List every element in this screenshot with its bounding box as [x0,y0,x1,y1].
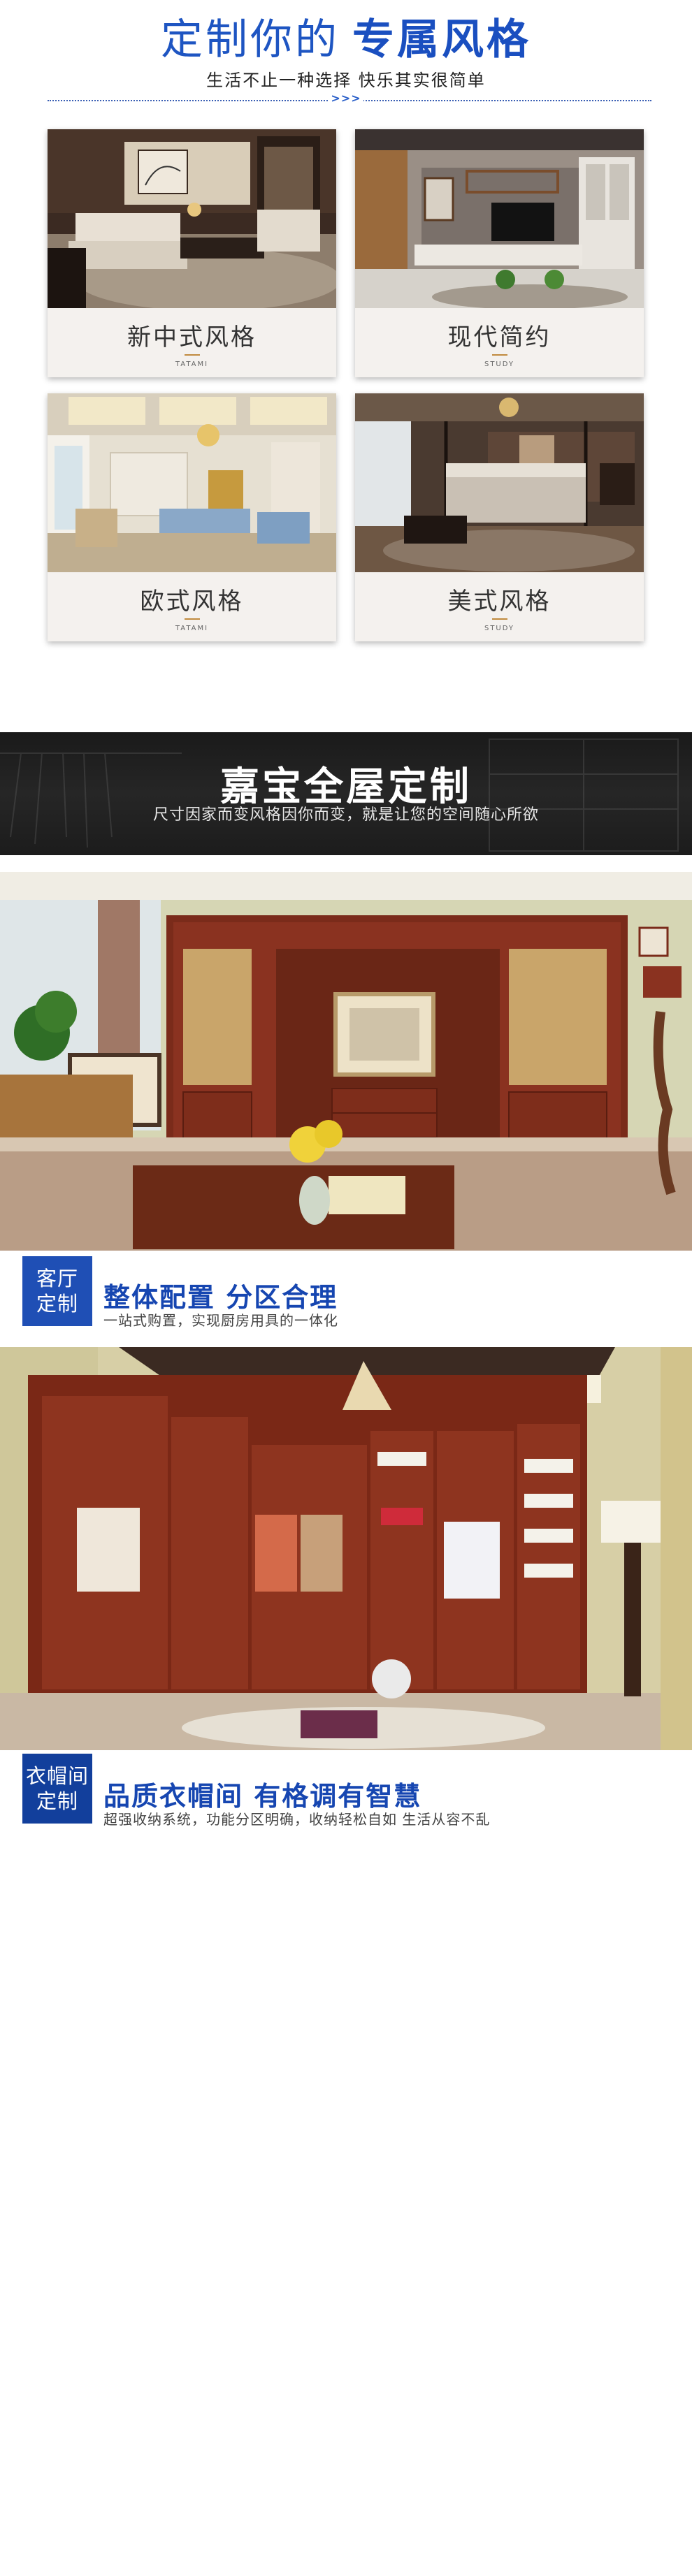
arrows-icon: >>> [329,92,363,105]
style-caption: STUDY [484,361,515,368]
tag-line: 衣帽间 [25,1764,89,1788]
european-room-image [48,393,336,572]
style-name: 新中式风格 [127,323,257,351]
style-name: 欧式风格 [140,588,244,616]
tag-line: 客厅 [36,1267,78,1290]
living-room-subheading: 一站式购置，实现厨房用具的一体化 [103,1312,338,1329]
gold-divider [492,354,507,356]
style-card-new-chinese[interactable]: 新中式风格 TATAMI [48,129,336,377]
cloakroom-heading: 品质衣帽间 有格调有智慧 [103,1781,422,1812]
page-title: 定制你的 专属风格 [0,15,692,64]
style-grid: 新中式风格 TATAMI 现代简约 STUDY 欧式风格 TATAMI 美式风格… [0,108,692,737]
brand-slogan: 尺寸因家而变风格因你而变，就是让您的空间随心所欲 [152,806,539,824]
style-caption: TATAMI [175,361,209,368]
style-caption: STUDY [484,625,515,632]
cloakroom-wardrobe-image [0,1347,692,1750]
style-card-american[interactable]: 美式风格 STUDY [355,393,644,641]
tag-line: 定制 [36,1292,78,1316]
modern-room-image [355,129,644,308]
cloakroom-subheading: 超强收纳系统，功能分区明确，收纳轻松自如 生活从容不乱 [103,1811,491,1828]
style-card-european[interactable]: 欧式风格 TATAMI [48,393,336,641]
gold-divider [492,618,507,620]
style-name: 现代简约 [447,323,552,351]
page-subtitle: 生活不止一种选择 快乐其实很简单 [206,71,486,90]
brand-banner: 嘉宝全屋定制 尺寸因家而变风格因你而变，就是让您的空间随心所欲 [0,732,692,855]
living-room-cabinet-image [0,872,692,1251]
gold-divider [185,618,200,620]
new-chinese-room-image [48,129,336,308]
page-title-part1: 定制你的 [161,15,340,64]
style-card-modern[interactable]: 现代简约 STUDY [355,129,644,377]
cloakroom-tag: 衣帽间 定制 [22,1754,92,1824]
page-header: 定制你的 专属风格 生活不止一种选择 快乐其实很简单 >>> [0,0,692,108]
cloakroom-section [0,1347,692,1750]
american-room-image [355,393,644,572]
living-room-section [0,872,692,1251]
style-caption: TATAMI [175,625,209,632]
page-title-part2: 专属风格 [352,15,531,64]
living-room-tag: 客厅 定制 [22,1256,92,1326]
tag-line: 定制 [36,1789,78,1813]
gold-divider [185,354,200,356]
living-room-heading: 整体配置 分区合理 [103,1282,338,1313]
style-name: 美式风格 [447,588,552,616]
